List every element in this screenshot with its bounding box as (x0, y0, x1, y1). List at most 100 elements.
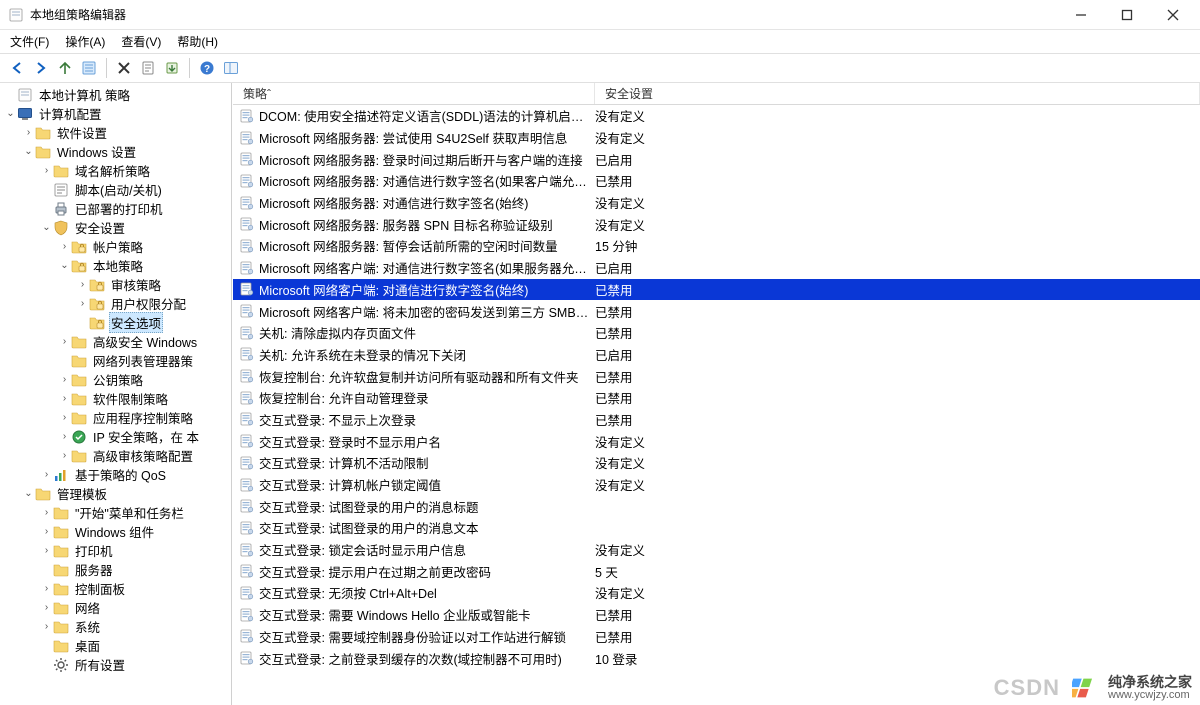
tree-node[interactable]: ⌄安全设置 (0, 218, 231, 237)
policy-row[interactable]: Microsoft 网络客户端: 对通信进行数字签名(如果服务器允许)已启用 (233, 257, 1200, 279)
policy-row[interactable]: 关机: 允许系统在未登录的情况下关闭已启用 (233, 344, 1200, 366)
tree-twisty-icon[interactable]: › (40, 545, 53, 556)
policy-row[interactable]: 交互式登录: 需要域控制器身份验证以对工作站进行解锁已禁用 (233, 626, 1200, 648)
policy-row[interactable]: Microsoft 网络服务器: 尝试使用 S4U2Self 获取声明信息没有定… (233, 127, 1200, 149)
tree-node[interactable]: 已部署的打印机 (0, 199, 231, 218)
policy-row[interactable]: 恢复控制台: 允许软盘复制并访问所有驱动器和所有文件夹已禁用 (233, 365, 1200, 387)
policy-row[interactable]: 交互式登录: 不显示上次登录已禁用 (233, 409, 1200, 431)
tree-node[interactable]: ›应用程序控制策略 (0, 408, 231, 427)
toolbar-list-button[interactable] (78, 57, 100, 79)
tree-node[interactable]: ›基于策略的 QoS (0, 465, 231, 484)
policy-row[interactable]: Microsoft 网络客户端: 将未加密的密码发送到第三方 SMB ...已禁… (233, 300, 1200, 322)
policy-row[interactable]: Microsoft 网络服务器: 对通信进行数字签名(如果客户端允许)已禁用 (233, 170, 1200, 192)
tree-node[interactable]: ›打印机 (0, 541, 231, 560)
policy-row[interactable]: 交互式登录: 试图登录的用户的消息文本 (233, 517, 1200, 539)
tree-node[interactable]: ›高级安全 Windows (0, 332, 231, 351)
policy-row[interactable]: 交互式登录: 无须按 Ctrl+Alt+Del没有定义 (233, 582, 1200, 604)
policy-row[interactable]: Microsoft 网络服务器: 登录时间过期后断开与客户端的连接已启用 (233, 148, 1200, 170)
list-body[interactable]: DCOM: 使用安全描述符定义语言(SDDL)语法的计算机启动...没有定义Mi… (233, 105, 1200, 705)
tree-twisty-icon[interactable]: ⌄ (22, 146, 35, 157)
tree-node[interactable]: 本地计算机 策略 (0, 85, 231, 104)
tree-twisty-icon[interactable]: › (58, 241, 71, 252)
policy-row[interactable]: 关机: 清除虚拟内存页面文件已禁用 (233, 322, 1200, 344)
tree-twisty-icon[interactable]: › (40, 526, 53, 537)
tree-twisty-icon[interactable]: › (76, 298, 89, 309)
tree-node[interactable]: 桌面 (0, 636, 231, 655)
tree-node[interactable]: ›用户权限分配 (0, 294, 231, 313)
tree-node[interactable]: 服务器 (0, 560, 231, 579)
tree-twisty-icon[interactable]: › (40, 165, 53, 176)
tree-twisty-icon[interactable]: › (40, 469, 53, 480)
toolbar-help-button[interactable] (196, 57, 218, 79)
tree-node[interactable]: 网络列表管理器策 (0, 351, 231, 370)
tree-twisty-icon[interactable]: › (58, 374, 71, 385)
tree-twisty-icon[interactable]: › (40, 621, 53, 632)
policy-row[interactable]: 恢复控制台: 允许自动管理登录已禁用 (233, 387, 1200, 409)
tree-twisty-icon[interactable]: › (58, 412, 71, 423)
tree-node[interactable]: ⌄Windows 设置 (0, 142, 231, 161)
tree-node[interactable]: ⌄计算机配置 (0, 104, 231, 123)
tree-node[interactable]: ›软件限制策略 (0, 389, 231, 408)
toolbar-properties-button[interactable] (137, 57, 159, 79)
menu-view[interactable]: 查看(V) (113, 31, 169, 52)
tree-node[interactable]: ›高级审核策略配置 (0, 446, 231, 465)
tree-twisty-icon[interactable]: ⌄ (40, 222, 53, 233)
tree-node[interactable]: ⌄本地策略 (0, 256, 231, 275)
tree-node[interactable]: ›审核策略 (0, 275, 231, 294)
tree-twisty-icon[interactable]: › (22, 127, 35, 138)
tree-twisty-icon[interactable]: › (40, 602, 53, 613)
tree-node[interactable]: ›系统 (0, 617, 231, 636)
policy-row[interactable]: 交互式登录: 提示用户在过期之前更改密码5 天 (233, 560, 1200, 582)
toolbar-nav-up-button[interactable] (54, 57, 76, 79)
toolbar-export-button[interactable] (161, 57, 183, 79)
column-policy[interactable]: 策略 ˆ (233, 83, 595, 104)
tree-node[interactable]: ›公钥策略 (0, 370, 231, 389)
tree-node[interactable]: ›IP 安全策略，在 本 (0, 427, 231, 446)
menu-file[interactable]: 文件(F) (2, 31, 57, 52)
tree-node[interactable]: ›控制面板 (0, 579, 231, 598)
tree-node[interactable]: 安全选项 (0, 313, 231, 332)
tree-twisty-icon[interactable]: › (76, 279, 89, 290)
tree-node[interactable]: ›帐户策略 (0, 237, 231, 256)
menu-help[interactable]: 帮助(H) (169, 31, 226, 52)
policy-row[interactable]: 交互式登录: 登录时不显示用户名没有定义 (233, 430, 1200, 452)
menu-action[interactable]: 操作(A) (57, 31, 113, 52)
policy-row[interactable]: Microsoft 网络服务器: 对通信进行数字签名(始终)没有定义 (233, 192, 1200, 214)
tree-node[interactable]: ›软件设置 (0, 123, 231, 142)
tree-twisty-icon[interactable]: ⌄ (22, 488, 35, 499)
window-maximize-button[interactable] (1104, 0, 1150, 30)
tree-node[interactable]: ⌄管理模板 (0, 484, 231, 503)
policy-row[interactable]: 交互式登录: 之前登录到缓存的次数(域控制器不可用时)10 登录 (233, 647, 1200, 669)
tree-twisty-icon[interactable]: › (58, 431, 71, 442)
tree-node[interactable]: 脚本(启动/关机) (0, 180, 231, 199)
tree-node[interactable]: 所有设置 (0, 655, 231, 674)
tree-twisty-icon[interactable]: › (58, 450, 71, 461)
tree-node[interactable]: ›域名解析策略 (0, 161, 231, 180)
policy-row[interactable]: Microsoft 网络服务器: 服务器 SPN 目标名称验证级别没有定义 (233, 213, 1200, 235)
window-close-button[interactable] (1150, 0, 1196, 30)
toolbar-nav-back-button[interactable] (6, 57, 28, 79)
policy-row[interactable]: Microsoft 网络服务器: 暂停会话前所需的空闲时间数量15 分钟 (233, 235, 1200, 257)
toolbar-nav-forward-button[interactable] (30, 57, 52, 79)
policy-row[interactable]: DCOM: 使用安全描述符定义语言(SDDL)语法的计算机启动...没有定义 (233, 105, 1200, 127)
tree-node[interactable]: ›"开始"菜单和任务栏 (0, 503, 231, 522)
tree-twisty-icon[interactable]: › (40, 583, 53, 594)
tree-twisty-icon[interactable]: ⌄ (58, 260, 71, 271)
policy-row[interactable]: Microsoft 网络客户端: 对通信进行数字签名(始终)已禁用 (233, 279, 1200, 301)
tree-twisty-icon[interactable]: › (40, 507, 53, 518)
column-setting[interactable]: 安全设置 (595, 83, 1200, 104)
policy-row[interactable]: 交互式登录: 试图登录的用户的消息标题 (233, 495, 1200, 517)
tree-node[interactable]: ›网络 (0, 598, 231, 617)
window-minimize-button[interactable] (1058, 0, 1104, 30)
tree-twisty-icon[interactable]: › (58, 393, 71, 404)
toolbar-show-hide-button[interactable] (220, 57, 242, 79)
toolbar-delete-button[interactable] (113, 57, 135, 79)
policy-row[interactable]: 交互式登录: 计算机帐户锁定阈值没有定义 (233, 474, 1200, 496)
policy-row[interactable]: 交互式登录: 计算机不活动限制没有定义 (233, 452, 1200, 474)
tree-twisty-icon[interactable]: › (58, 336, 71, 347)
tree-twisty-icon[interactable]: ⌄ (4, 108, 17, 119)
tree-pane[interactable]: 本地计算机 策略⌄计算机配置›软件设置⌄Windows 设置›域名解析策略脚本(… (0, 83, 232, 705)
policy-row[interactable]: 交互式登录: 需要 Windows Hello 企业版或智能卡已禁用 (233, 604, 1200, 626)
policy-row[interactable]: 交互式登录: 锁定会话时显示用户信息没有定义 (233, 539, 1200, 561)
tree-node[interactable]: ›Windows 组件 (0, 522, 231, 541)
